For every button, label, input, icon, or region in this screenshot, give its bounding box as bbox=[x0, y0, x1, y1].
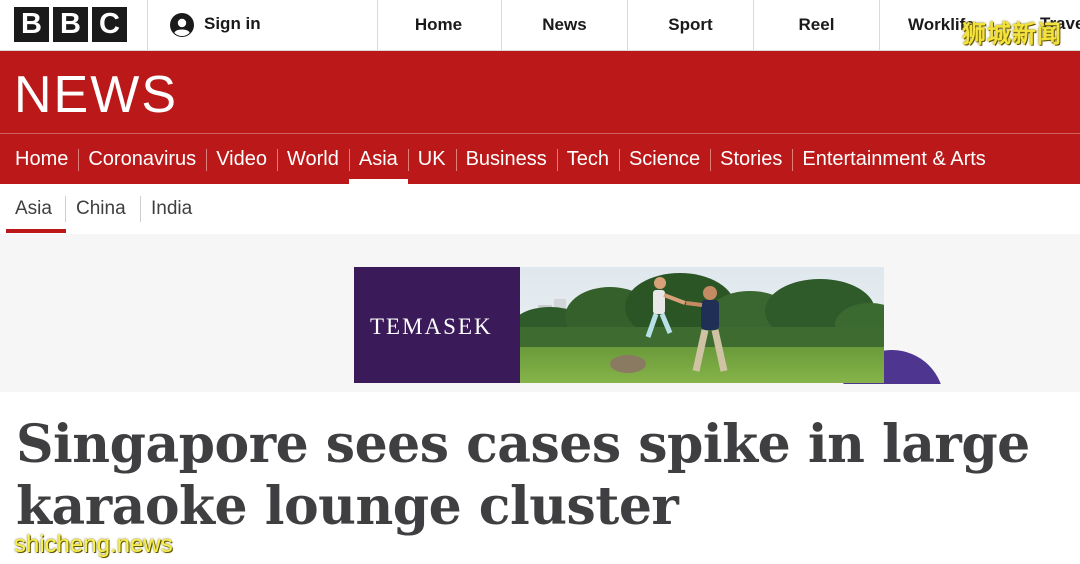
bbc-logo-letter: B bbox=[53, 7, 88, 42]
global-nav-reel[interactable]: Reel bbox=[754, 0, 880, 50]
news-nav-world[interactable]: World bbox=[276, 134, 349, 184]
subnav-divider bbox=[65, 196, 66, 222]
subnav-china[interactable]: China bbox=[76, 198, 126, 220]
news-nav-uk[interactable]: UK bbox=[407, 134, 456, 184]
ad-photo bbox=[520, 267, 884, 383]
news-nav-business[interactable]: Business bbox=[455, 134, 557, 184]
news-nav-tech[interactable]: Tech bbox=[556, 134, 619, 184]
bbc-logo-letter: B bbox=[14, 7, 49, 42]
sign-in-link[interactable]: Sign in bbox=[147, 0, 378, 50]
news-nav: Home Coronavirus Video World Asia UK Bus… bbox=[0, 134, 996, 184]
sign-in-label: Sign in bbox=[204, 14, 261, 33]
watermark-top: 狮城新闻 bbox=[962, 21, 1062, 48]
global-nav-sport[interactable]: Sport bbox=[628, 0, 754, 50]
bbc-logo[interactable]: B B C bbox=[14, 7, 127, 42]
subnav-india[interactable]: India bbox=[151, 198, 192, 220]
section-subnav: Asia China India bbox=[0, 184, 1080, 234]
ad-brand-name: TEMASEK bbox=[370, 314, 493, 339]
news-logo[interactable]: NEWS bbox=[14, 65, 178, 125]
news-nav-entertainment-arts[interactable]: Entertainment & Arts bbox=[792, 134, 995, 184]
news-nav-stories[interactable]: Stories bbox=[710, 134, 792, 184]
news-nav-asia[interactable]: Asia bbox=[348, 134, 408, 184]
user-icon bbox=[170, 13, 194, 37]
global-nav-home[interactable]: Home bbox=[376, 0, 502, 50]
subnav-divider bbox=[140, 196, 141, 222]
news-nav-home[interactable]: Home bbox=[0, 134, 78, 184]
news-masthead: NEWS Home Coronavirus Video World Asia U… bbox=[0, 51, 1080, 184]
watermark-bottom: shicheng.news bbox=[14, 531, 173, 558]
news-nav-science[interactable]: Science bbox=[618, 134, 710, 184]
subnav-asia[interactable]: Asia bbox=[15, 198, 52, 220]
global-nav-news[interactable]: News bbox=[502, 0, 628, 50]
headline-line: Singapore sees cases spike in large bbox=[16, 414, 1030, 475]
subnav-active-indicator bbox=[6, 229, 66, 233]
bbc-logo-letter: C bbox=[92, 7, 127, 42]
news-nav-video[interactable]: Video bbox=[206, 134, 277, 184]
article-headline: Singapore sees cases spike in large kara… bbox=[16, 414, 1056, 538]
global-header: B B C Sign in Home News Sport Reel Workl… bbox=[0, 0, 1080, 51]
news-nav-coronavirus[interactable]: Coronavirus bbox=[78, 134, 206, 184]
temasek-ad[interactable]: TEMASEK bbox=[354, 267, 884, 383]
global-nav: Home News Sport Reel Worklife bbox=[376, 0, 1040, 50]
ad-brand-panel: TEMASEK bbox=[354, 267, 530, 383]
headline-line: karaoke lounge cluster bbox=[16, 476, 679, 537]
